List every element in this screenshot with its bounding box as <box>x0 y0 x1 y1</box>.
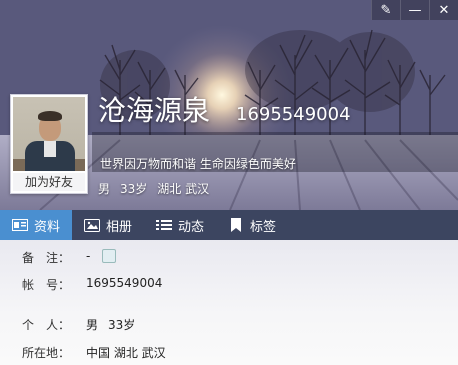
remark-value[interactable]: - <box>86 249 90 266</box>
remark-row: 备 注： - <box>22 249 117 266</box>
tab-profile[interactable]: 资料 <box>0 210 73 240</box>
photo-album-icon <box>84 218 101 232</box>
account-value: 1695549004 <box>86 276 163 290</box>
basic-info: 男 33岁 湖北 武汉 <box>98 180 209 197</box>
location-label: 所在地： <box>22 346 71 360</box>
location-text: 湖北 武汉 <box>157 182 210 196</box>
account-row: 帐 号： 1695549004 <box>22 276 162 293</box>
personal-signature: 世界因万物而和谐 生命因绿色而美好 <box>100 157 296 171</box>
personal-label: 个 人： <box>22 318 71 332</box>
feed-list-icon <box>156 219 173 232</box>
personal-gender: 男 <box>86 318 99 332</box>
account-label: 帐 号： <box>22 278 71 292</box>
tab-bar: 资料 相册 动态 标签 <box>0 210 458 240</box>
tab-profile-label: 资料 <box>34 219 61 235</box>
profile-details: 备 注： - 帐 号： 1695549004 个 人： 男 33岁 所在地： 中… <box>0 240 458 365</box>
qq-number: 1695549004 <box>236 104 351 125</box>
avatar[interactable]: 加为好友 <box>10 94 88 194</box>
bookmark-icon <box>228 218 244 232</box>
window-controls: ✎ — ✕ <box>371 0 458 20</box>
tab-tags[interactable]: 标签 <box>216 210 288 240</box>
header-banner: ✎ — ✕ 加为好友 沧海源泉 1695549004 世界因万物而和谐 生命因绿… <box>0 0 458 210</box>
gender-text: 男 <box>98 182 111 196</box>
location-row: 所在地： 中国 湖北 武汉 <box>22 344 166 361</box>
profile-card-icon <box>12 219 28 232</box>
remark-label: 备 注： <box>22 251 71 265</box>
close-icon[interactable]: ✕ <box>429 0 458 20</box>
skin-brush-icon[interactable]: ✎ <box>371 0 400 20</box>
personal-age: 33岁 <box>108 318 136 332</box>
tab-album[interactable]: 相册 <box>72 210 144 240</box>
tab-feed[interactable]: 动态 <box>144 210 216 240</box>
avatar-photo <box>13 97 85 171</box>
edit-remark-icon[interactable] <box>102 249 117 263</box>
age-text: 33岁 <box>120 182 148 196</box>
add-friend-button[interactable]: 加为好友 <box>13 173 85 191</box>
tab-feed-label: 动态 <box>178 219 205 235</box>
profile-window: ✎ — ✕ 加为好友 沧海源泉 1695549004 世界因万物而和谐 生命因绿… <box>0 0 458 365</box>
minimize-icon[interactable]: — <box>400 0 429 20</box>
nickname: 沧海源泉 <box>98 94 211 127</box>
personal-row: 个 人： 男 33岁 <box>22 316 135 333</box>
location-value: 中国 湖北 武汉 <box>86 346 166 360</box>
tab-album-label: 相册 <box>106 219 133 235</box>
tab-tags-label: 标签 <box>250 219 277 235</box>
